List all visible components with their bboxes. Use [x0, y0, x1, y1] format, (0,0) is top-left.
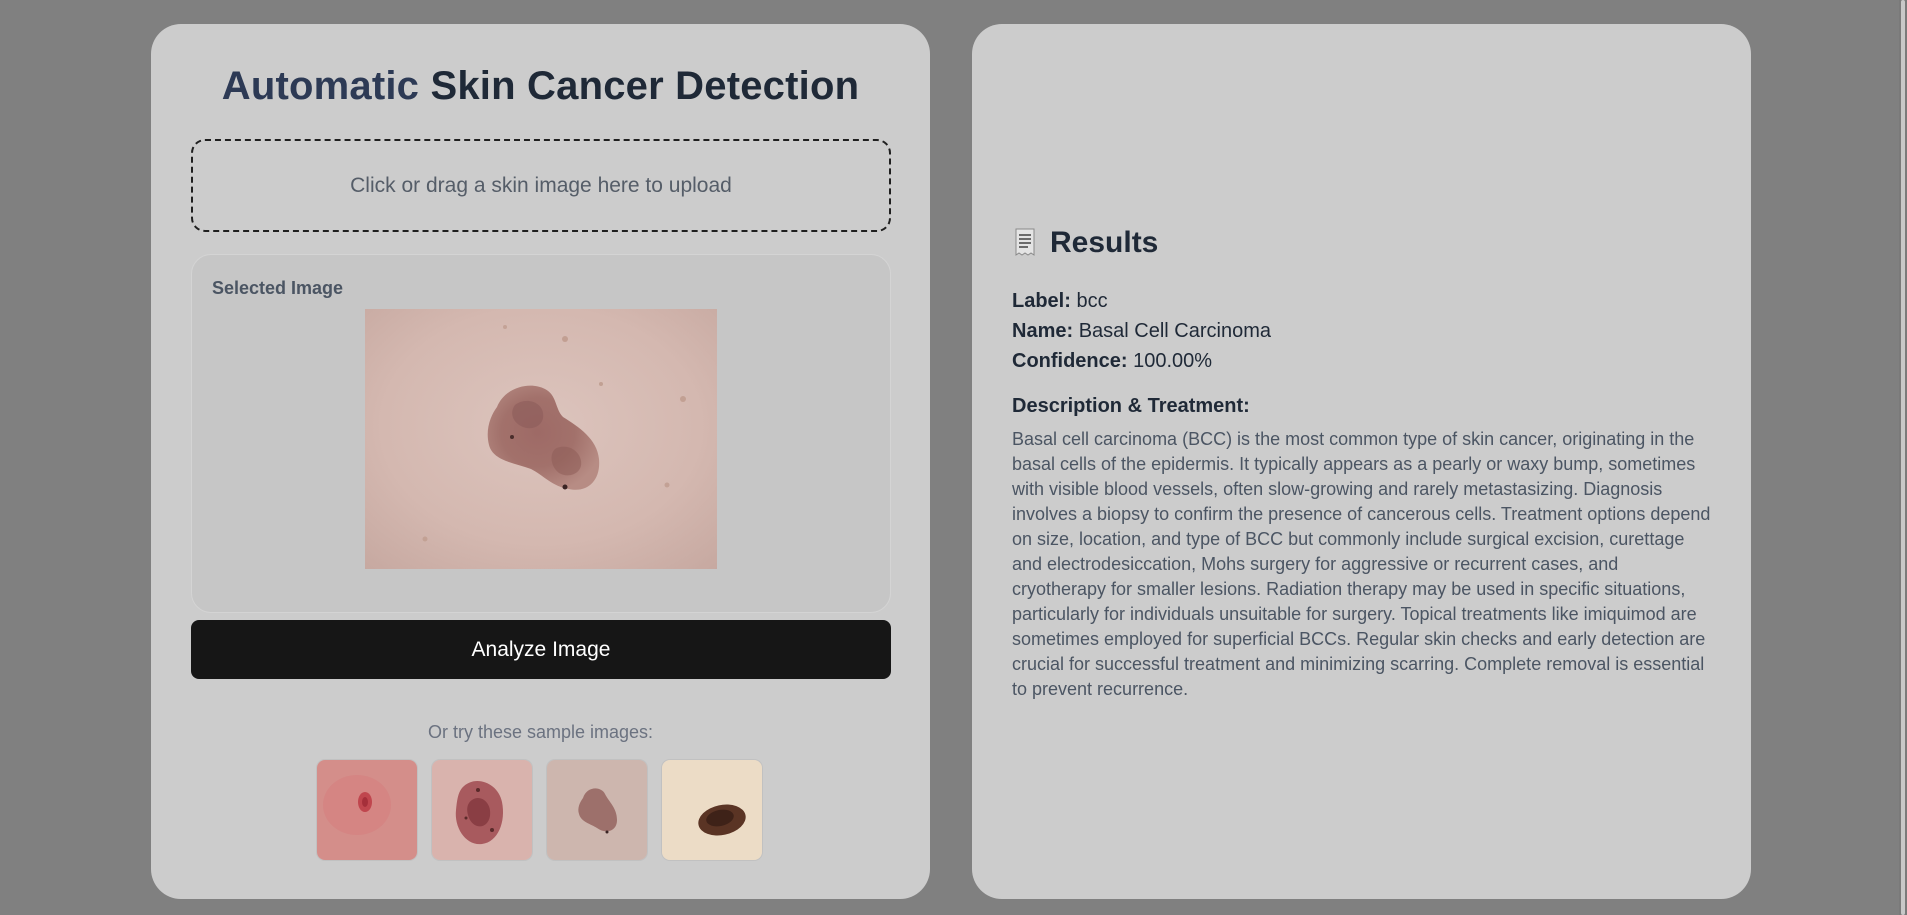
sample-image-4[interactable]: [662, 760, 762, 860]
selected-image: [365, 309, 717, 569]
description-text: Basal cell carcinoma (BCC) is the most c…: [1012, 429, 1711, 699]
description-title: Description & Treatment:: [1012, 395, 1250, 417]
sample-image-1[interactable]: [317, 760, 417, 860]
upload-dropzone[interactable]: Click or drag a skin image here to uploa…: [191, 139, 891, 232]
confidence-row: Confidence: 100.00%: [1012, 346, 1271, 376]
selected-image-label: Selected Image: [212, 278, 344, 298]
confidence-key: Confidence:: [1012, 350, 1128, 372]
title-rest: Skin Cancer Detection: [430, 64, 860, 108]
dropzone-text: Click or drag a skin image here to uploa…: [350, 173, 732, 197]
sample-lesion-3-icon: [547, 760, 647, 860]
samples-label: Or try these sample images:: [427, 722, 654, 742]
sample-images: [317, 760, 762, 860]
analyze-image-button[interactable]: Analyze Image: [191, 620, 891, 679]
results-header: Results: [1012, 226, 1158, 260]
receipt-icon: [1015, 228, 1035, 256]
label-key: Label:: [1012, 290, 1071, 312]
confidence-value: 100.00%: [1133, 350, 1213, 372]
name-row: Name: Basal Cell Carcinoma: [1012, 316, 1271, 346]
results-card: Results Label: bcc Name: Basal Cell Carc…: [972, 24, 1751, 899]
sample-lesion-1-icon: [317, 760, 417, 860]
title-accent: Automatic: [221, 64, 420, 108]
upload-card: Automatic Skin Cancer Detection Click or…: [151, 24, 930, 899]
page: Automatic Skin Cancer Detection Click or…: [0, 0, 1907, 915]
sample-lesion-2-icon: [432, 760, 532, 860]
scrollbar-thumb[interactable]: [1901, 0, 1905, 915]
name-value: Basal Cell Carcinoma: [1078, 320, 1271, 342]
selected-image-panel: Selected Image: [191, 254, 891, 613]
page-scrollbar[interactable]: [1899, 0, 1907, 915]
result-fields: Label: bcc Name: Basal Cell Carcinoma Co…: [1012, 286, 1271, 376]
sample-lesion-4-icon: [662, 760, 762, 860]
sample-image-2[interactable]: [432, 760, 532, 860]
name-key: Name:: [1012, 320, 1074, 342]
page-title: Automatic Skin Cancer Detection: [151, 64, 930, 109]
label-value: bcc: [1076, 290, 1108, 312]
sample-image-3[interactable]: [547, 760, 647, 860]
label-row: Label: bcc: [1012, 286, 1271, 316]
results-title: Results: [1050, 226, 1159, 259]
